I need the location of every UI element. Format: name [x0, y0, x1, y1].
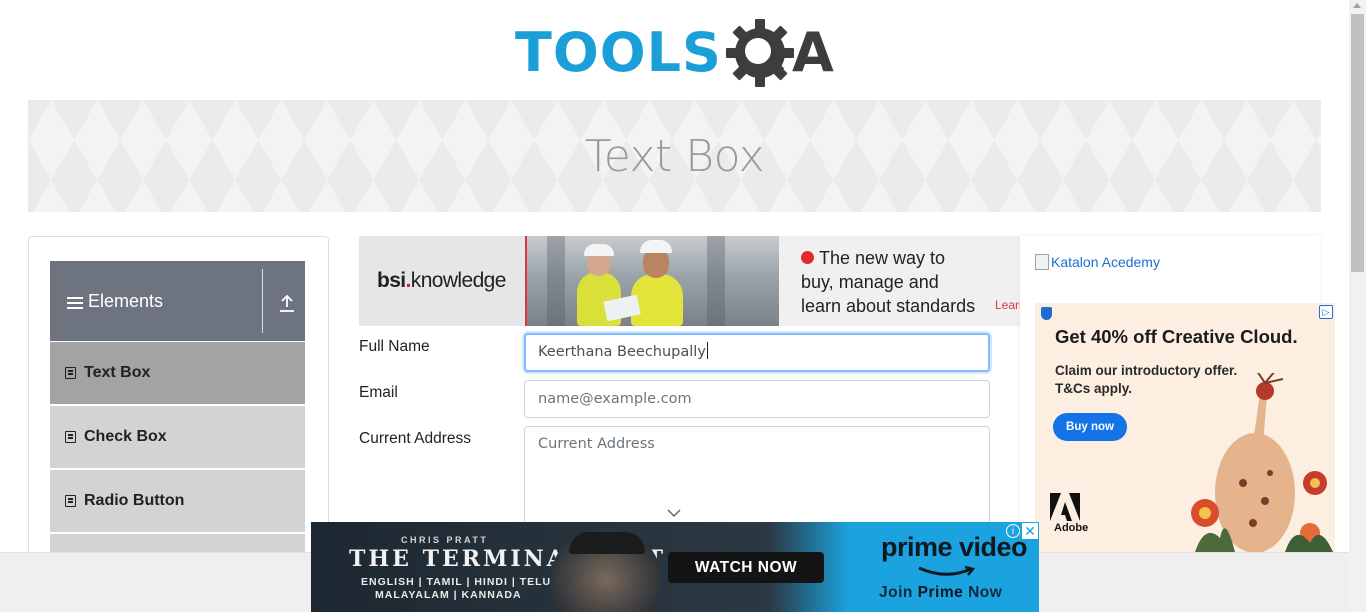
full-name-input[interactable]: Keerthana Beechupally	[524, 333, 990, 372]
prime-video-ad[interactable]: CHRIS PRATT THE TERMINAL LIST ENGLISH | …	[311, 522, 1039, 612]
bsi-ad-line3: learn about standards	[801, 296, 976, 316]
sidebar-item-label: Check Box	[84, 428, 167, 445]
full-name-label: Full Name	[359, 338, 430, 355]
ad-close-icon[interactable]: ✕	[1022, 523, 1038, 539]
page: TOOLS A Text Box Elements Text Box Check…	[0, 0, 1366, 612]
email-input[interactable]: name@example.com	[524, 380, 990, 418]
sidebar-item-check-box[interactable]: Check Box	[50, 406, 305, 469]
page-title: Text Box	[584, 130, 765, 182]
broken-image-icon	[1035, 254, 1049, 270]
red-dot-icon	[801, 251, 814, 264]
bsi-ad-banner[interactable]: bsi. knowledge The new way to buy, manage…	[359, 236, 1020, 326]
page-scrollbar[interactable]	[1349, 0, 1366, 612]
adobe-brand: Adobe	[1054, 522, 1089, 534]
sidebar-item-radio-button[interactable]: Radio Button	[50, 470, 305, 533]
sidebar-item-label: Radio Button	[84, 492, 185, 509]
page-banner: Text Box	[28, 100, 1321, 212]
prime-tagline: Join Prime Now	[879, 584, 1002, 602]
sidebar-group-elements[interactable]: Elements	[50, 261, 305, 341]
toolsqa-logo[interactable]: TOOLS A	[515, 14, 834, 92]
sidebar-group-title: Elements	[88, 290, 164, 311]
shield-icon	[1041, 307, 1052, 320]
email-placeholder: name@example.com	[538, 391, 692, 407]
adobe-logo-icon	[1050, 493, 1080, 521]
watch-now-button[interactable]: WATCH NOW	[668, 552, 824, 583]
current-address-label: Current Address	[359, 430, 471, 447]
text-caret	[706, 342, 708, 359]
prime-video-logo: prime video	[881, 532, 1028, 562]
header-divider	[262, 269, 263, 333]
collapse-upload-icon[interactable]	[278, 293, 296, 313]
address-placeholder: Current Address	[538, 436, 655, 452]
bsi-brand-right: knowledge	[410, 269, 507, 292]
sidebar-item-label: Text Box	[84, 364, 151, 381]
ad-info-icon[interactable]: i	[1006, 524, 1020, 538]
ad-languages-2: MALAYALAM | KANNADA	[375, 589, 522, 601]
engineers-photo	[525, 236, 779, 326]
tagline-bold: Prime	[917, 584, 964, 601]
bsi-ad-line2: buy, manage and	[801, 272, 939, 292]
amazon-smile-icon	[918, 566, 975, 576]
actor-cap	[569, 532, 645, 554]
adobe-buy-now-button[interactable]: Buy now	[1053, 413, 1127, 441]
bsi-logo: bsi. knowledge	[359, 236, 525, 326]
adobe-ad[interactable]: ▷ Get 40% off Creative Cloud. Claim our …	[1035, 303, 1335, 552]
current-address-textarea[interactable]: Current Address	[524, 426, 990, 536]
logo-suffix: A	[791, 21, 834, 84]
ad-actor: CHRIS PRATT	[401, 535, 489, 545]
document-icon	[65, 495, 76, 507]
scrollbar-thumb[interactable]	[1351, 14, 1364, 272]
adchoices-icon[interactable]: ▷	[1319, 305, 1333, 319]
gear-magnifier-icon	[725, 19, 794, 87]
bsi-ad-line1: The new way to	[819, 248, 946, 268]
sidebar-item-text-box[interactable]: Text Box	[50, 342, 305, 405]
email-label: Email	[359, 384, 398, 401]
logo-text: TOOLS	[515, 21, 722, 84]
bsi-ad-copy: The new way to buy, manage and learn abo…	[779, 236, 1020, 326]
bsi-learn-link[interactable]: Learn	[995, 298, 1020, 312]
document-icon	[65, 367, 76, 379]
full-name-value: Keerthana Beechupally	[538, 344, 706, 360]
bsi-brand-left: bsi	[377, 269, 406, 292]
hamburger-icon	[67, 297, 83, 309]
chevron-down-icon	[667, 509, 681, 518]
tagline-post: Now	[963, 584, 1003, 601]
scroll-up-arrow-icon[interactable]	[1353, 3, 1361, 8]
katalon-ad-text: Katalon Acedemy	[1051, 254, 1160, 270]
ad-languages-1: ENGLISH | TAMIL | HINDI | TELUGU	[361, 576, 569, 588]
katalon-ad-link[interactable]: Katalon Acedemy	[1035, 254, 1160, 270]
adobe-headline: Get 40% off Creative Cloud.	[1055, 326, 1298, 347]
creative-artwork	[1191, 373, 1333, 552]
document-icon	[65, 431, 76, 443]
tagline-pre: Join	[879, 584, 918, 601]
